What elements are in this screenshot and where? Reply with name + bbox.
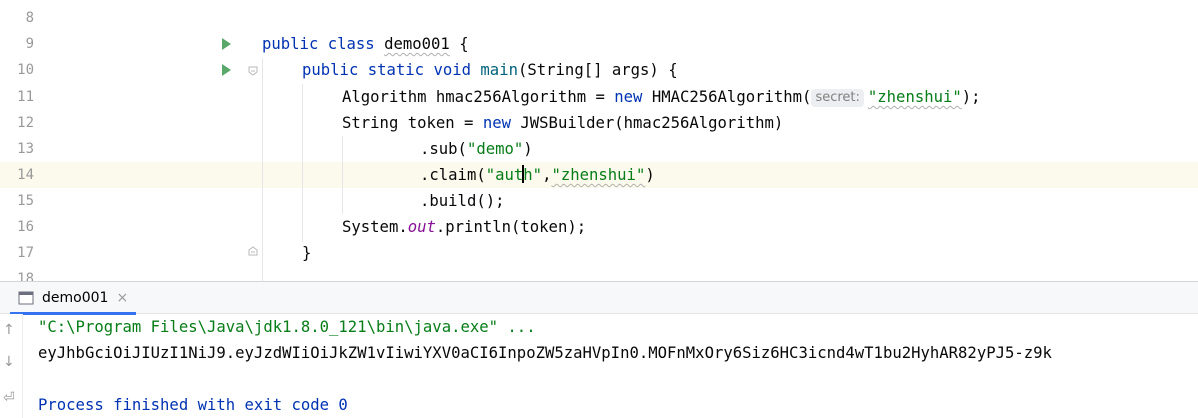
console-token-output: eyJhbGciOiJIUzI1NiJ9.eyJzdWIiOiJkZW1vIiw… — [38, 344, 1052, 362]
decl: String token = — [342, 114, 483, 132]
line-number: 8 — [25, 10, 34, 26]
call: System. — [342, 218, 408, 236]
line-number: 13 — [17, 141, 34, 157]
string-literal: "zhenshui" — [551, 166, 646, 184]
line-number: 18 — [17, 271, 34, 281]
parameter-hint: secret: — [811, 89, 864, 107]
line-number: 15 — [17, 193, 34, 209]
code-line-10: public static void main(String[] args) { — [302, 57, 678, 83]
brace: { — [459, 35, 469, 53]
method-name: main — [480, 61, 518, 79]
code-editor[interactable]: 8 9 10 11 12 13 14 15 16 17 18 public cl… — [0, 0, 1198, 281]
string-literal: h" — [523, 166, 543, 184]
end: ); — [961, 88, 981, 106]
keyword: public — [262, 35, 319, 53]
scroll-up-icon[interactable]: ↑ — [3, 322, 15, 338]
indent-guide — [302, 84, 303, 242]
run-tool-window-header: demo001 × — [0, 281, 1198, 315]
code-line-9: public class demo001 { — [262, 31, 469, 57]
keyword: static — [367, 61, 425, 79]
console-toolbar: ↑ ↓ ⏎ — [0, 314, 23, 418]
console-icon — [18, 291, 34, 305]
code-line-13: .sub("demo") — [420, 136, 533, 162]
run-tab-demo001[interactable]: demo001 × — [10, 282, 137, 315]
indent-guide — [262, 58, 263, 281]
soft-wrap-icon[interactable]: ⏎ — [3, 390, 15, 406]
call: .sub( — [420, 140, 467, 158]
code-line-14: .claim("auth","zhenshui") — [420, 162, 655, 188]
call: .build(); — [420, 192, 505, 210]
keyword: class — [327, 35, 375, 53]
string-literal: "demo" — [466, 140, 524, 158]
call-end: .println(token); — [435, 218, 587, 236]
run-main-icon[interactable] — [222, 64, 231, 76]
line-number: 16 — [17, 219, 34, 235]
string-literal: "aut — [485, 166, 524, 184]
call: .claim( — [420, 166, 486, 184]
close-icon[interactable]: × — [116, 290, 128, 306]
fold-marker-icon[interactable] — [248, 66, 258, 76]
call-end: ) — [645, 166, 655, 184]
console-command-line: "C:\Program Files\Java\jdk1.8.0_121\bin\… — [38, 318, 536, 336]
line-number: 17 — [17, 245, 34, 261]
params: (String[] args) { — [517, 61, 678, 79]
code-line-15: .build(); — [420, 188, 505, 214]
line-number: 11 — [17, 89, 34, 105]
line-number: 14 — [17, 167, 34, 183]
keyword: public — [302, 61, 359, 79]
code-line-12: String token = new JWSBuilder(hmac256Alg… — [342, 110, 783, 136]
fold-marker-icon[interactable] — [248, 246, 258, 256]
indent-guide — [342, 136, 343, 214]
ctor: JWSBuilder(hmac256Algorithm) — [511, 114, 784, 132]
keyword: void — [433, 61, 472, 79]
console-exit-message: Process finished with exit code 0 — [38, 396, 348, 414]
keyword: new — [614, 88, 643, 106]
decl: Algorithm hmac256Algorithm = — [342, 88, 615, 106]
ctor: HMAC256Algorithm( — [642, 88, 812, 106]
line-number: 12 — [17, 115, 34, 131]
line-number: 9 — [25, 36, 34, 52]
brace: } — [302, 244, 312, 262]
static-field: out — [407, 218, 436, 236]
line-number: 10 — [17, 62, 34, 78]
call-end: ) — [523, 140, 533, 158]
scroll-down-icon[interactable]: ↓ — [3, 354, 15, 370]
code-line-11: Algorithm hmac256Algorithm = new HMAC256… — [342, 84, 981, 110]
code-line-17: } — [302, 240, 311, 266]
tab-label: demo001 — [42, 290, 109, 306]
string-literal: "zhenshui" — [867, 88, 962, 106]
keyword: new — [482, 114, 511, 132]
run-class-icon[interactable] — [222, 38, 231, 50]
class-name: demo001 — [384, 35, 450, 53]
code-line-16: System.out.println(token); — [342, 214, 586, 240]
